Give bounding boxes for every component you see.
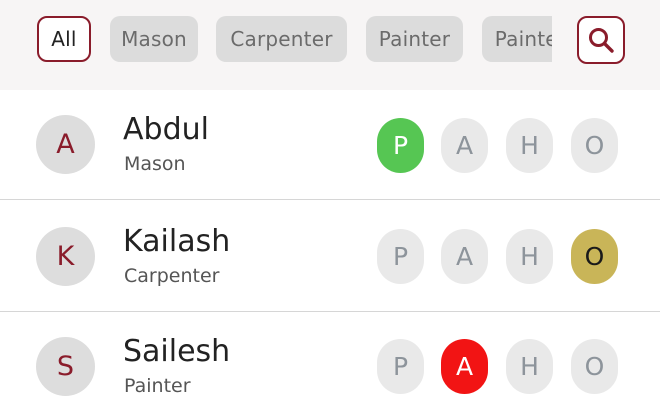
status-other-button[interactable]: O (571, 229, 618, 284)
status-other-button[interactable]: O (571, 118, 618, 173)
worker-name: Kailash (123, 224, 231, 259)
avatar: K (36, 227, 95, 286)
worker-row[interactable]: A Abdul Mason P A H O (0, 90, 660, 201)
status-absent-button[interactable]: A (441, 339, 488, 394)
filter-bar: All Mason Carpenter Painter Painter (0, 0, 660, 90)
worker-row[interactable]: K Kailash Carpenter P A H O (0, 200, 660, 311)
filter-chip-carpenter[interactable]: Carpenter (216, 16, 347, 62)
worker-name: Abdul (123, 112, 209, 147)
worker-row[interactable]: S Sailesh Painter P A H O (0, 312, 660, 418)
status-holiday-button[interactable]: H (506, 339, 553, 394)
worker-name: Sailesh (123, 334, 231, 369)
filter-chip-painter[interactable]: Painter (366, 16, 463, 62)
status-other-button[interactable]: O (571, 339, 618, 394)
search-icon (589, 28, 614, 53)
worker-role: Carpenter (124, 265, 220, 287)
status-holiday-button[interactable]: H (506, 118, 553, 173)
filter-chip-row[interactable]: All Mason Carpenter Painter Painter (0, 0, 552, 90)
status-present-button[interactable]: P (377, 339, 424, 394)
status-absent-button[interactable]: A (441, 229, 488, 284)
worker-role: Mason (124, 153, 186, 175)
status-holiday-button[interactable]: H (506, 229, 553, 284)
status-present-button[interactable]: P (377, 118, 424, 173)
avatar: S (36, 337, 95, 396)
worker-role: Painter (124, 375, 191, 397)
status-present-button[interactable]: P (377, 229, 424, 284)
filter-chip-mason[interactable]: Mason (110, 16, 198, 62)
search-button[interactable] (577, 16, 625, 64)
filter-chip-all[interactable]: All (37, 16, 91, 62)
filter-chip-painter-2[interactable]: Painter (482, 16, 552, 62)
status-absent-button[interactable]: A (441, 118, 488, 173)
avatar: A (36, 115, 95, 174)
